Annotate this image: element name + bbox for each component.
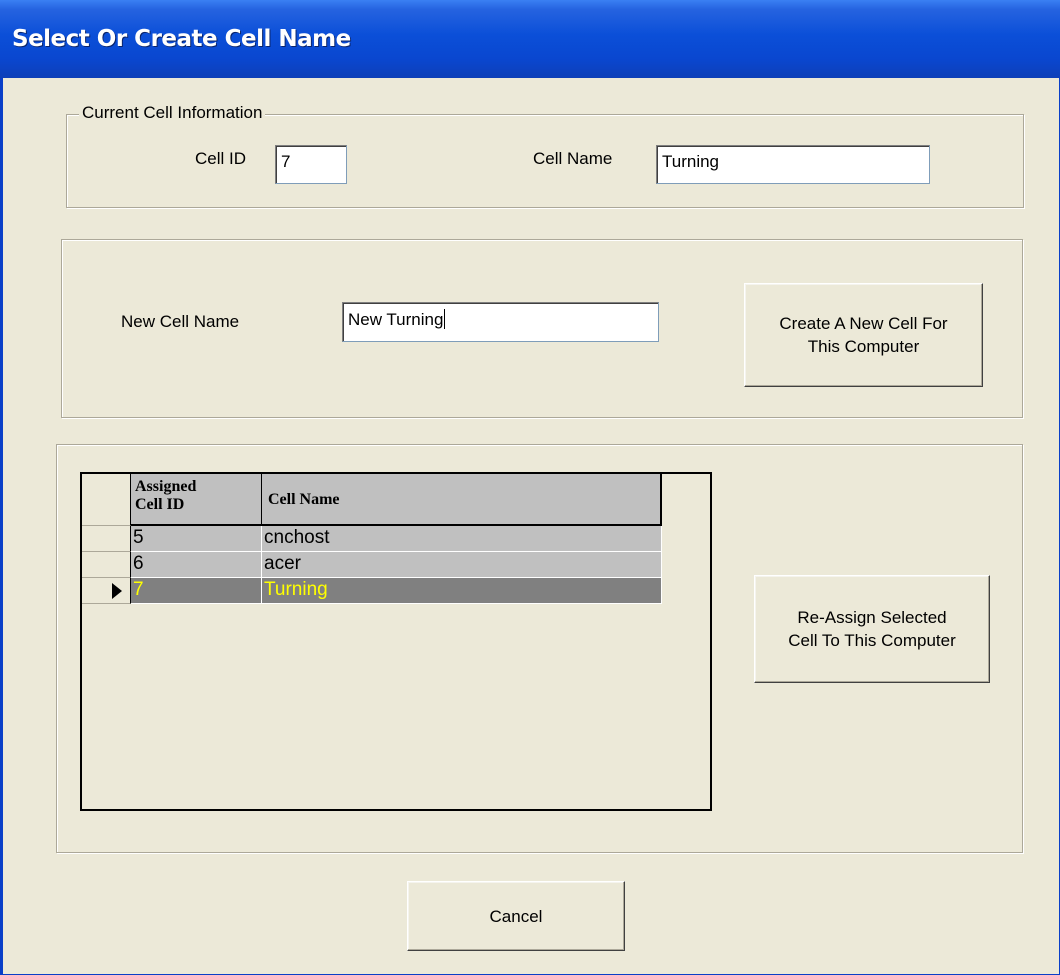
cell-id-label: Cell ID	[195, 149, 247, 168]
column-header-line-1: Assigned	[135, 478, 197, 495]
table-row-cell-name-selected[interactable]: Turning	[262, 578, 662, 604]
table-row-cell-name[interactable]: acer	[262, 552, 662, 578]
column-header-cell-name[interactable]: Cell Name	[262, 474, 662, 526]
cell-id-text: 5	[133, 527, 144, 548]
table-row-cell-id[interactable]: 6	[131, 552, 262, 578]
table-row-cell-id[interactable]: 5	[131, 526, 262, 552]
cancel-button-label: Cancel	[489, 906, 543, 926]
current-row-arrow-icon	[112, 583, 122, 599]
cell-id-value: 7	[281, 152, 291, 171]
column-header-line-2: Cell ID	[135, 496, 185, 513]
column-header-cell-name-text: Cell Name	[268, 491, 340, 508]
cell-id-text: 6	[133, 553, 144, 574]
current-cell-group-label: Current Cell Information	[79, 103, 266, 123]
create-new-cell-button-text: Create A New Cell For This Computer	[779, 312, 947, 358]
cell-name-text: Turning	[264, 579, 328, 600]
row-header[interactable]	[82, 552, 131, 578]
reassign-selected-cell-button[interactable]: Re-Assign Selected Cell To This Computer	[754, 575, 990, 683]
create-button-line-2: This Computer	[807, 337, 920, 356]
create-button-line-1: Create A New Cell For	[779, 314, 948, 333]
cell-id-field[interactable]: 7	[275, 145, 347, 184]
row-header[interactable]	[82, 526, 131, 552]
reassign-button-text: Re-Assign Selected Cell To This Computer	[788, 606, 956, 652]
create-new-cell-button[interactable]: Create A New Cell For This Computer	[744, 283, 983, 387]
column-header-assigned-cell-id[interactable]: Assigned Cell ID	[131, 474, 262, 526]
reassign-button-line-1: Re-Assign Selected	[797, 608, 947, 627]
cell-name-label: Cell Name	[533, 149, 613, 168]
new-cell-name-input[interactable]: New Turning	[342, 302, 659, 342]
reassign-button-line-2: Cell To This Computer	[788, 631, 956, 650]
grid-corner-header	[82, 474, 131, 526]
table-row-cell-id-selected[interactable]: 7	[131, 578, 262, 604]
new-cell-name-label: New Cell Name	[121, 312, 240, 331]
assigned-cells-grid[interactable]: Assigned Cell ID Cell Name 5 cnchost 6 a…	[80, 472, 712, 811]
cell-name-text: acer	[264, 553, 301, 574]
cancel-button[interactable]: Cancel	[407, 881, 625, 951]
dialog-client-area: Current Cell Information Cell ID 7 Cell …	[13, 78, 1053, 974]
cell-name-value: Turning	[662, 152, 720, 171]
cell-id-text: 7	[133, 579, 144, 600]
cell-name-field[interactable]: Turning	[656, 145, 930, 184]
window-title: Select Or Create Cell Name	[12, 26, 351, 52]
dialog-window: Select Or Create Cell Name Current Cell …	[0, 0, 1060, 975]
cell-name-text: cnchost	[264, 527, 330, 548]
row-header-current[interactable]	[82, 578, 131, 604]
title-bar[interactable]: Select Or Create Cell Name	[0, 0, 1060, 78]
new-cell-name-value: New Turning	[348, 310, 444, 329]
text-caret	[444, 309, 446, 329]
table-row-cell-name[interactable]: cnchost	[262, 526, 662, 552]
